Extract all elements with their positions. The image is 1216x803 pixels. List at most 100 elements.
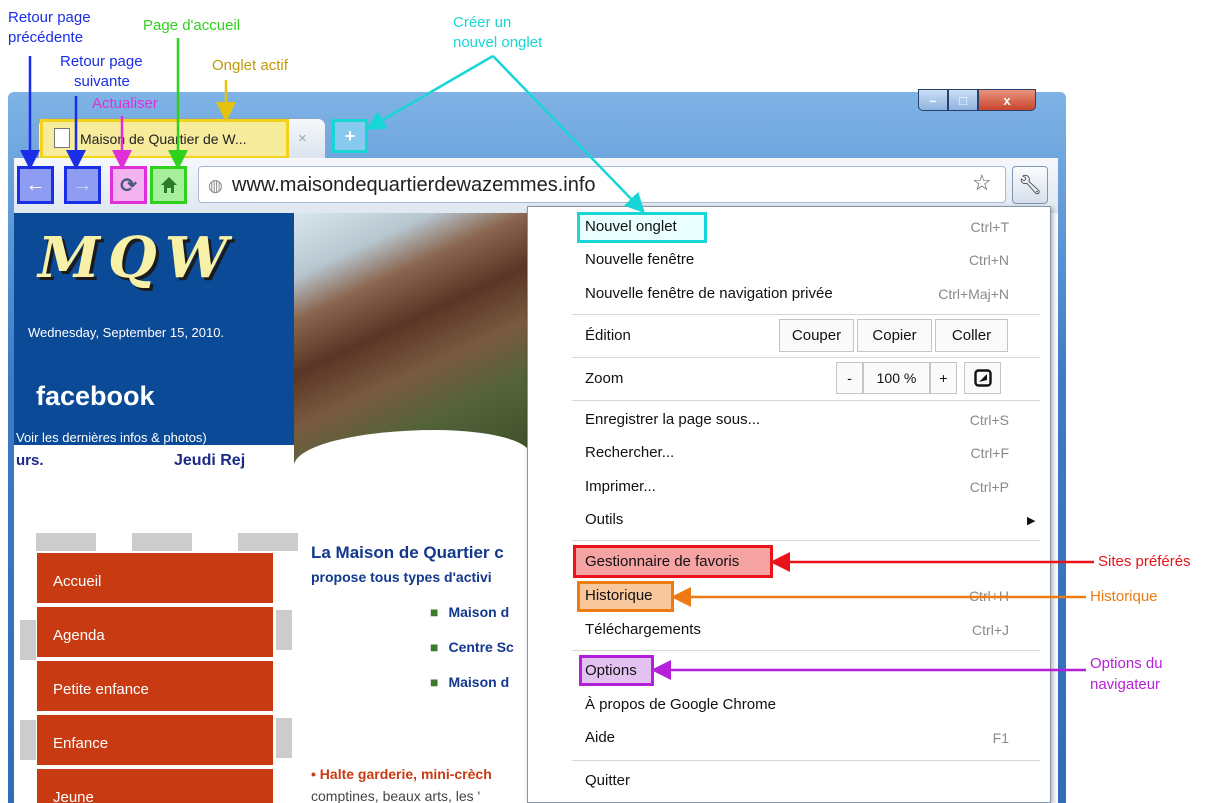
home-button[interactable] <box>150 166 187 204</box>
menu-label-edit: Édition <box>585 327 631 344</box>
annotation-new-tab-line2: nouvel onglet <box>453 34 543 51</box>
annotation-options-line1: Options du <box>1090 655 1163 672</box>
annotation-history: Historique <box>1090 588 1158 605</box>
menu-decor <box>276 610 292 650</box>
shortcut: Ctrl+H <box>968 588 1009 604</box>
bullet-text[interactable]: Maison d <box>448 604 509 620</box>
marquee-text-left: urs. <box>16 452 44 469</box>
menu-decor <box>36 533 96 551</box>
annotation-home: Page d'accueil <box>143 17 241 34</box>
annotation-back-line1: Retour page <box>8 9 91 26</box>
page-date: Wednesday, September 15, 2010. <box>28 325 225 340</box>
halte-link[interactable]: Halte garderie <box>320 766 413 782</box>
fullscreen-icon <box>973 369 992 387</box>
window-controls: – □ x <box>918 89 1058 113</box>
halte-text: , mini-crèch <box>413 766 492 782</box>
menu-item-history[interactable]: Historique <box>585 587 653 604</box>
comptines-text: comptines, beaux arts, les ' <box>311 788 481 803</box>
menu-separator <box>572 760 1040 761</box>
shortcut: Ctrl+S <box>969 412 1009 428</box>
minimize-button[interactable]: – <box>918 89 948 111</box>
bullet-item[interactable]: ■ Maison d <box>430 604 509 620</box>
bullet-icon: ■ <box>430 604 439 620</box>
menu-item-help[interactable]: Aide <box>585 729 615 746</box>
menu-item-downloads[interactable]: Téléchargements <box>585 621 701 638</box>
menu-item-incognito[interactable]: Nouvelle fenêtre de navigation privée <box>585 285 833 302</box>
site-menu-item[interactable]: Accueil <box>37 553 273 605</box>
shortcut: Ctrl+T <box>970 219 1010 235</box>
menu-item-save-as[interactable]: Enregistrer la page sous... <box>585 411 760 428</box>
url-text[interactable]: www.maisondequartierdewazemmes.info <box>232 174 596 197</box>
menu-decor <box>238 533 298 551</box>
menu-separator <box>572 357 1040 358</box>
menu-label-zoom: Zoom <box>585 370 624 387</box>
zoom-out-button[interactable]: - <box>836 362 863 394</box>
menu-item-about[interactable]: À propos de Google Chrome <box>585 696 776 713</box>
shortcut: Ctrl+N <box>968 252 1009 268</box>
shortcut: Ctrl+P <box>969 479 1009 495</box>
site-menu-item[interactable]: Enfance <box>37 715 273 767</box>
menu-decor <box>20 720 36 760</box>
site-menu-item[interactable]: Petite enfance <box>37 661 273 713</box>
halte-line: • Halte garderie, mini-crèch <box>311 766 492 782</box>
bullet-item[interactable]: ■ Centre Sc <box>430 639 514 655</box>
reload-button[interactable]: ⟳ <box>110 166 147 204</box>
site-menu-item[interactable]: Jeune <box>37 769 273 803</box>
zoom-level: 100 % <box>863 362 930 394</box>
annotation-reload: Actualiser <box>92 95 158 112</box>
new-tab-button[interactable]: + <box>332 119 368 153</box>
facebook-link[interactable]: facebook <box>36 381 155 412</box>
bullet-text[interactable]: Centre Sc <box>448 639 513 655</box>
wrench-icon: 🔧︎ <box>1017 175 1043 196</box>
menu-decor <box>132 533 192 551</box>
menu-item-tools[interactable]: Outils <box>585 511 623 528</box>
home-icon <box>160 177 177 193</box>
menu-item-new-window[interactable]: Nouvelle fenêtre <box>585 251 694 268</box>
bullet-text[interactable]: Maison d <box>448 674 509 690</box>
submenu-arrow-icon: ▶ <box>1027 515 1036 527</box>
globe-icon: ◍ <box>208 176 223 195</box>
bullet-dot-icon: • <box>311 766 316 782</box>
menu-item-quit[interactable]: Quitter <box>585 772 630 789</box>
tab-title: Maison de Quartier de W... <box>80 131 247 147</box>
marquee-text-right: Jeudi Rej <box>174 452 246 469</box>
site-logo[interactable]: MQW <box>38 225 236 291</box>
menu-decor <box>20 620 36 660</box>
star-icon[interactable]: ☆ <box>972 170 992 196</box>
bullet-item[interactable]: ■ Maison d <box>430 674 509 690</box>
fullscreen-button[interactable] <box>964 362 1001 394</box>
wrench-menu-button[interactable]: 🔧︎ <box>1012 166 1048 204</box>
back-arrow-icon: ← <box>25 173 46 196</box>
bullet-icon: ■ <box>430 674 439 690</box>
annotation-options-line2: navigateur <box>1090 676 1161 693</box>
menu-item-find[interactable]: Rechercher... <box>585 444 674 461</box>
close-window-button[interactable]: x <box>978 89 1036 111</box>
copy-button[interactable]: Copier <box>857 319 932 352</box>
forward-arrow-icon: → <box>72 173 93 196</box>
page-heading: La Maison de Quartier c <box>311 543 504 562</box>
menu-item-options[interactable]: Options <box>585 662 637 679</box>
facebook-subtext[interactable]: Voir les dernières infos & photos) <box>16 430 207 445</box>
header-photo <box>294 213 530 463</box>
site-menu-item[interactable]: Agenda <box>37 607 273 659</box>
forward-button[interactable]: → <box>64 166 101 204</box>
maximize-button[interactable]: □ <box>948 89 978 111</box>
shortcut: F1 <box>992 730 1009 746</box>
page-subheading: propose tous types d'activi <box>311 569 492 585</box>
paste-button[interactable]: Coller <box>935 319 1008 352</box>
annotation-back-line2: précédente <box>8 29 84 46</box>
annotation-forward-line1: Retour page <box>60 53 143 70</box>
page-icon <box>54 128 70 148</box>
back-button[interactable]: ← <box>17 166 54 204</box>
menu-item-new-tab[interactable]: Nouvel onglet <box>585 218 677 235</box>
zoom-in-button[interactable]: + <box>930 362 957 394</box>
menu-decor <box>276 718 292 758</box>
annotation-new-tab-line1: Créer un <box>453 14 512 31</box>
tab-close-icon[interactable]: × <box>298 130 307 147</box>
menu-item-print[interactable]: Imprimer... <box>585 478 656 495</box>
annotation-favorites: Sites préférés <box>1098 553 1191 570</box>
shortcut: Ctrl+F <box>970 445 1010 461</box>
screenshot-stage: – □ x Maison de Quartier de W... × + ← →… <box>0 0 1216 803</box>
menu-item-bookmarks[interactable]: Gestionnaire de favoris <box>585 553 739 570</box>
cut-button[interactable]: Couper <box>779 319 854 352</box>
